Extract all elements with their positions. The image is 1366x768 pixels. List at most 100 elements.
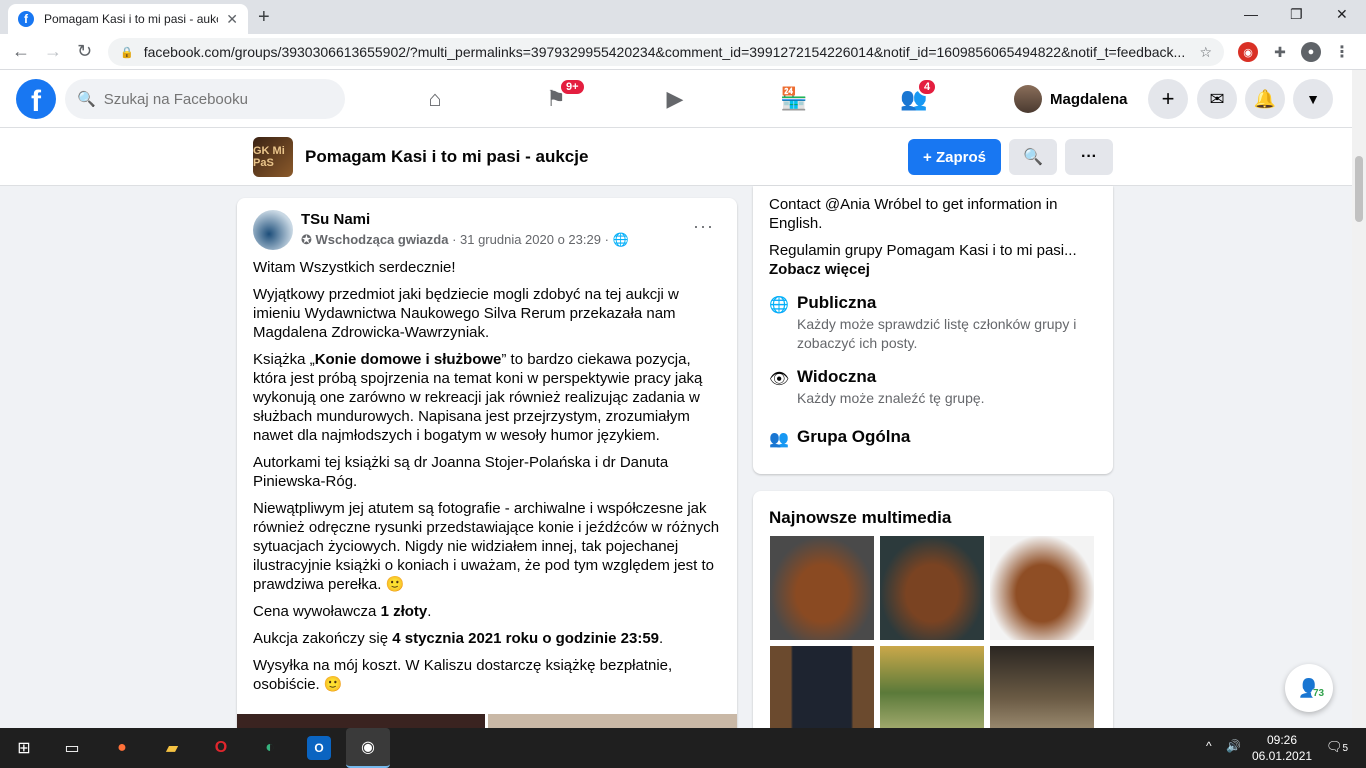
restore-icon[interactable]: ❐ (1290, 6, 1303, 23)
close-tab-icon[interactable]: ✕ (226, 11, 238, 28)
messenger-icon[interactable]: ✉ (1197, 79, 1237, 119)
menu-kebab-icon[interactable]: ⋮ (1332, 42, 1352, 62)
search-input[interactable] (103, 90, 324, 108)
windows-taskbar: ⊞ ▭ ● ▰ O ◐ O ◉ ^ 🔊 09:26 06.01.2021 🗨5 (0, 728, 1366, 768)
group-rules: Regulamin grupy Pomagam Kasi i to mi pas… (769, 242, 1077, 259)
new-tab-button[interactable]: + (258, 6, 270, 29)
online-count: 73 (1311, 688, 1327, 699)
clock-time: 09:26 (1266, 733, 1298, 747)
clock-date: 06.01.2021 (1252, 749, 1313, 763)
book-title: Konie domowe i służbowe (314, 351, 502, 368)
group-header-bar: GK Mi PaS Pomagam Kasi i to mi pasi - au… (0, 128, 1352, 186)
address-bar: ← → ↻ 🔒 facebook.com/groups/393030661365… (0, 34, 1366, 70)
home-icon[interactable]: ⌂ (420, 84, 450, 114)
pages-badge: 9+ (559, 78, 586, 96)
outlook-icon[interactable]: O (307, 736, 331, 760)
media-thumbnail[interactable] (990, 536, 1094, 640)
edge-icon[interactable]: ◐ (258, 736, 282, 760)
groups-icon[interactable]: 👥 4 (899, 78, 938, 114)
group-about-card: Contact @Ania Wróbel to get information … (753, 186, 1113, 474)
notification-count: 5 (1342, 743, 1349, 754)
profile-shortcut[interactable]: Magdalena (1014, 83, 1128, 115)
post-paragraph: Witam Wszystkich serdecznie! (253, 259, 456, 276)
media-thumbnail[interactable] (770, 536, 874, 640)
group-type-title: Grupa Ogólna (797, 427, 911, 446)
media-title: Najnowsze multimedia (769, 508, 952, 527)
minimize-icon[interactable]: — (1244, 6, 1258, 22)
group-more-button[interactable]: ··· (1065, 139, 1113, 175)
close-window-icon[interactable]: ✕ (1336, 6, 1348, 23)
privacy-title: Publiczna (797, 293, 877, 312)
post-paragraph: Cena wywoławcza 1 złoty. (253, 603, 432, 620)
post-paragraph: Autorkami tej książki są dr Joanna Stoje… (253, 454, 669, 490)
watch-video-icon[interactable]: ▶ (660, 84, 690, 114)
starting-price: 1 złoty (380, 603, 428, 620)
firefox-icon[interactable]: ● (110, 736, 134, 760)
notifications-bell-icon[interactable]: 🔔 (1245, 79, 1285, 119)
facebook-search[interactable]: 🔍 (65, 79, 345, 119)
auction-end: 4 stycznia 2021 roku o godzinie 23:59 (392, 630, 660, 647)
post-paragraph: Wysyłka na mój koszt. W Kaliszu dostarcz… (253, 657, 673, 693)
volume-icon[interactable]: 🔊 (1226, 739, 1241, 753)
chrome-icon[interactable]: ◉ (346, 728, 390, 768)
tab-title: Pomagam Kasi i to mi pasi - aukcje (44, 12, 219, 26)
privacy-description: Każdy może sprawdzić listę członków grup… (797, 316, 1077, 351)
extensions-puzzle-icon[interactable]: ✚ (1270, 42, 1290, 62)
browser-tab[interactable]: f Pomagam Kasi i to mi pasi - aukcje ✕ (8, 4, 248, 34)
search-icon: 🔍 (77, 91, 96, 108)
show-hidden-icons-icon[interactable]: ^ (1206, 739, 1212, 753)
profile-icon[interactable]: ● (1301, 42, 1321, 62)
forward-icon[interactable]: → (44, 41, 62, 62)
group-search-button[interactable]: 🔍 (1009, 139, 1057, 175)
marketplace-icon[interactable]: 🏪 (779, 84, 809, 114)
url-field[interactable]: 🔒 facebook.com/groups/3930306613655902/?… (108, 38, 1224, 66)
back-icon[interactable]: ← (12, 41, 30, 62)
facebook-favicon-icon: f (18, 11, 34, 27)
facebook-header: f 🔍 ⌂ ⚑ 9+ ▶ 🏪 👥 4 Magdalena + ✉ 🔔 ▼ (0, 70, 1352, 128)
system-clock[interactable]: 09:26 06.01.2021 (1252, 732, 1312, 764)
browser-tab-strip: f Pomagam Kasi i to mi pasi - aukcje ✕ +… (0, 0, 1366, 34)
reload-icon[interactable]: ↻ (77, 41, 92, 62)
media-thumbnail[interactable] (770, 646, 874, 736)
see-more-link[interactable]: Zobacz więcej (769, 260, 1099, 279)
post-paragraph: Książka „Konie domowe i służbowe” to bar… (253, 351, 703, 444)
post-author[interactable]: TSu Nami (301, 211, 370, 228)
post-date[interactable]: · 31 grudnia 2020 o 23:29 · (448, 232, 612, 247)
lock-icon: 🔒 (120, 46, 134, 59)
eye-icon: 👁 (769, 371, 790, 388)
contact-info: Contact @Ania Wróbel to get information … (769, 196, 1058, 232)
new-message-button[interactable]: 👤 73 (1285, 664, 1333, 712)
group-name[interactable]: Pomagam Kasi i to mi pasi - aukcje (305, 147, 588, 167)
post-card: TSu Nami ✪ Wschodząca gwiazda · 31 grudn… (237, 198, 737, 738)
author-avatar[interactable] (253, 210, 293, 250)
extension-shield-icon[interactable]: ◉ (1238, 42, 1258, 62)
group-thumbnail[interactable]: GK Mi PaS (253, 137, 293, 177)
page-scrollbar[interactable] (1352, 70, 1366, 728)
media-thumbnail[interactable] (880, 536, 984, 640)
task-view-icon[interactable]: ▭ (60, 736, 84, 760)
post-paragraph: Aukcja zakończy się 4 stycznia 2021 roku… (253, 630, 664, 647)
post-paragraph: Niewątpliwym jej atutem są fotografie - … (253, 500, 720, 593)
visibility-description: Każdy może znaleźć tę grupę. (797, 390, 985, 406)
media-thumbnail[interactable] (990, 646, 1094, 736)
post-meta: ✪ Wschodząca gwiazda · 31 grudnia 2020 o… (301, 232, 629, 248)
rising-star-icon: ✪ (301, 232, 312, 247)
media-thumbnail[interactable] (880, 646, 984, 736)
scrollbar-thumb[interactable] (1355, 156, 1363, 222)
account-menu-icon[interactable]: ▼ (1293, 79, 1333, 119)
globe-icon: 🌐 (612, 232, 629, 247)
post-paragraph: Wyjątkowy przedmiot jaki będziecie mogli… (253, 286, 679, 341)
bookmark-star-icon[interactable]: ☆ (1199, 44, 1212, 61)
action-center-icon[interactable]: 🗨5 (1326, 739, 1348, 755)
windows-start-icon[interactable]: ⊞ (12, 736, 36, 760)
avatar (1014, 85, 1042, 113)
opera-icon[interactable]: O (209, 736, 233, 760)
pages-flag-icon[interactable]: ⚑ 9+ (541, 78, 586, 114)
create-plus-button[interactable]: + (1148, 79, 1188, 119)
post-options-button[interactable]: ··· (693, 216, 714, 237)
author-badge[interactable]: Wschodząca gwiazda (316, 232, 449, 247)
invite-button[interactable]: + Zaproś (908, 139, 1001, 175)
file-explorer-icon[interactable]: ▰ (160, 736, 184, 760)
post-text: Witam Wszystkich serdecznie! Wyjątkowy p… (253, 258, 723, 702)
facebook-logo-icon[interactable]: f (16, 79, 56, 119)
